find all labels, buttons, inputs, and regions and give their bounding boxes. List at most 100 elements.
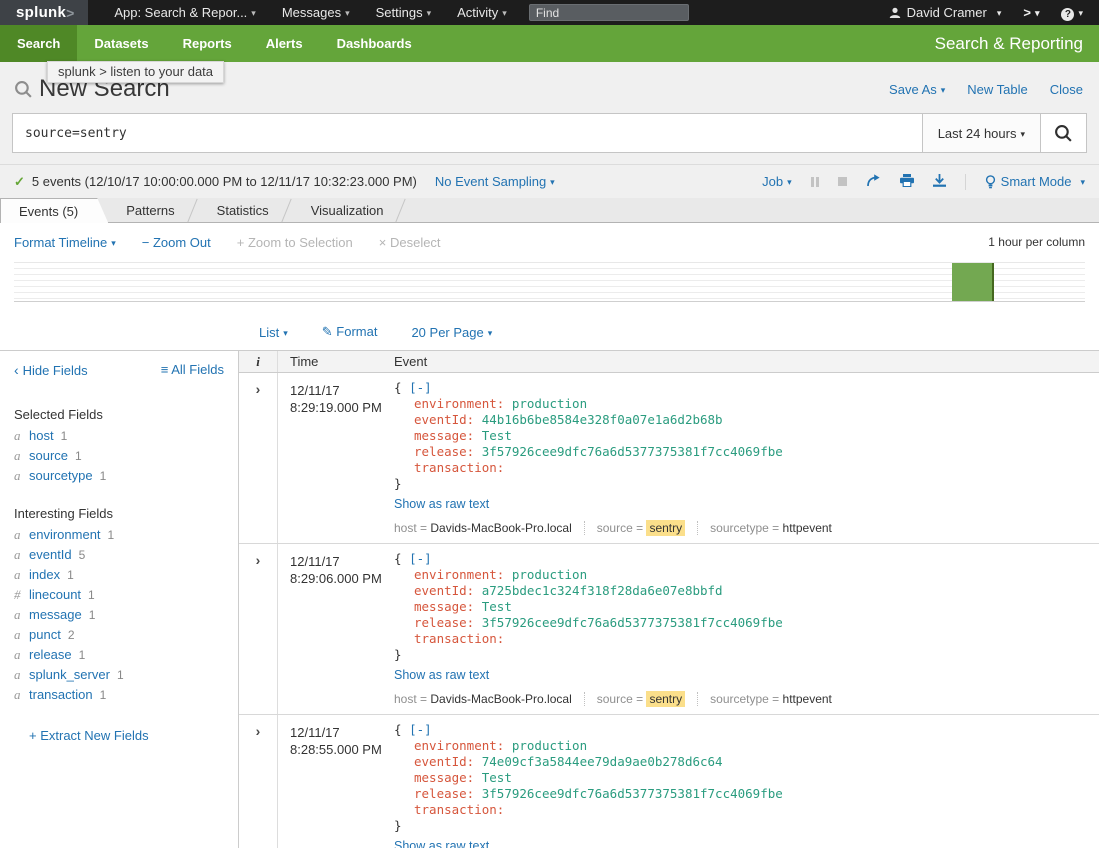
event-sampling-menu[interactable]: No Event Sampling — [435, 174, 555, 189]
user-menu[interactable]: David Cramer — [889, 5, 1002, 20]
search-bar: Last 24 hours — [12, 113, 1087, 153]
nav-item-reports[interactable]: Reports — [166, 25, 249, 62]
export-button[interactable] — [933, 174, 946, 190]
search-mode-menu[interactable]: Smart Mode — [985, 174, 1085, 189]
field-item-splunk-server[interactable]: asplunk_server1 — [14, 669, 224, 681]
tab-statistics[interactable]: Statistics — [199, 198, 293, 222]
field-item-source[interactable]: asource1 — [14, 450, 224, 462]
sourcetype-value[interactable]: httpevent — [783, 521, 832, 535]
settings-menu[interactable]: Settings — [376, 5, 432, 20]
field-item-environment[interactable]: aenvironment1 — [14, 529, 224, 541]
tab-events[interactable]: Events (5) — [0, 198, 108, 223]
source-value[interactable]: sentry — [646, 520, 685, 536]
collapse-json-link[interactable]: [-] — [409, 380, 432, 395]
event-row: › 12/11/17 8:29:19.000 PM { [-] environm… — [239, 373, 1099, 544]
source-value[interactable]: sentry — [646, 691, 685, 707]
field-item-sourcetype[interactable]: asourcetype1 — [14, 470, 224, 482]
app-menu[interactable]: App: Search & Repor... — [114, 5, 256, 20]
search-icon — [1054, 124, 1073, 143]
all-fields-button[interactable]: All Fields — [161, 362, 224, 378]
timeline-bar[interactable] — [952, 263, 994, 301]
timeline-section: Format Timeline Zoom Out Zoom to Selecti… — [0, 223, 1099, 314]
nav-item-datasets[interactable]: Datasets — [77, 25, 165, 62]
host-value[interactable]: Davids-MacBook-Pro.local — [430, 521, 571, 535]
pause-icon — [811, 177, 814, 187]
stop-job-button[interactable] — [838, 177, 847, 186]
share-job-button[interactable] — [866, 174, 881, 190]
field-item-punct[interactable]: apunct2 — [14, 629, 224, 641]
field-type-icon: a — [14, 689, 29, 701]
search-button[interactable] — [1040, 114, 1086, 152]
collapse-json-link[interactable]: [-] — [409, 551, 432, 566]
search-query-input[interactable] — [13, 114, 922, 152]
field-item-message[interactable]: amessage1 — [14, 609, 224, 621]
event-json: { [-] environment: production eventId: 7… — [394, 722, 1087, 834]
chevron-down-icon — [1074, 5, 1083, 20]
timeline-histogram[interactable] — [14, 262, 1085, 302]
splunk-search-app: splunk> App: Search & Repor... Messages … — [0, 0, 1099, 848]
app-navbar: Search Datasets Reports Alerts Dashboard… — [0, 25, 1099, 62]
events-summary: 5 events (12/10/17 10:00:00.000 PM to 12… — [32, 174, 417, 189]
show-raw-text-link[interactable]: Show as raw text — [394, 839, 489, 848]
collapse-json-link[interactable]: [-] — [409, 722, 432, 737]
search-title-icon — [14, 80, 33, 99]
pause-job-button[interactable] — [811, 177, 819, 187]
activity-menu[interactable]: Activity — [457, 5, 507, 20]
list-view-menu[interactable]: List — [259, 325, 288, 340]
quick-links-menu[interactable]: > — [1023, 5, 1039, 20]
top-navbar: splunk> App: Search & Repor... Messages … — [0, 0, 1099, 25]
help-menu[interactable]: ? — [1061, 5, 1083, 21]
tab-patterns[interactable]: Patterns — [108, 198, 198, 222]
find-input[interactable] — [529, 4, 689, 21]
field-type-icon: # — [14, 589, 29, 601]
deselect-button: Deselect — [379, 235, 441, 250]
event-json: { [-] environment: production eventId: 4… — [394, 380, 1087, 492]
event-row: › 12/11/17 8:29:06.000 PM { [-] environm… — [239, 544, 1099, 715]
tab-visualization[interactable]: Visualization — [293, 198, 408, 222]
user-icon — [889, 7, 901, 19]
header-time-column: Time — [278, 354, 382, 369]
save-as-button[interactable]: Save As — [889, 82, 945, 97]
time-range-picker[interactable]: Last 24 hours — [922, 114, 1040, 152]
header-info-column: i — [239, 351, 278, 372]
chevron-down-icon — [993, 5, 1002, 20]
sourcetype-value[interactable]: httpevent — [783, 692, 832, 706]
event-time: 12/11/17 8:28:55.000 PM — [278, 715, 382, 848]
field-type-icon: a — [14, 649, 29, 661]
per-page-menu[interactable]: 20 Per Page — [411, 325, 492, 340]
expand-event-icon[interactable]: › — [256, 382, 261, 396]
zoom-out-button[interactable]: Zoom Out — [142, 235, 211, 250]
field-type-icon: a — [14, 569, 29, 581]
host-value[interactable]: Davids-MacBook-Pro.local — [430, 692, 571, 706]
format-results-button[interactable]: Format — [322, 324, 378, 340]
event-row: › 12/11/17 8:28:55.000 PM { [-] environm… — [239, 715, 1099, 848]
expand-event-icon[interactable]: › — [256, 724, 261, 738]
field-item-release[interactable]: arelease1 — [14, 649, 224, 661]
field-item-transaction[interactable]: atransaction1 — [14, 689, 224, 701]
hide-fields-button[interactable]: Hide Fields — [14, 362, 88, 378]
nav-item-dashboards[interactable]: Dashboards — [320, 25, 429, 62]
chevron-down-icon — [1031, 5, 1040, 20]
printer-icon — [900, 174, 914, 187]
app-title: Search & Reporting — [935, 25, 1099, 62]
format-timeline-menu[interactable]: Format Timeline — [14, 235, 116, 250]
field-type-icon: a — [14, 450, 29, 462]
lightbulb-icon — [985, 175, 996, 189]
expand-event-icon[interactable]: › — [256, 553, 261, 567]
splunk-logo[interactable]: splunk> — [0, 0, 88, 25]
event-json: { [-] environment: production eventId: a… — [394, 551, 1087, 663]
show-raw-text-link[interactable]: Show as raw text — [394, 497, 489, 511]
field-item-index[interactable]: aindex1 — [14, 569, 224, 581]
close-button[interactable]: Close — [1050, 82, 1083, 97]
nav-item-alerts[interactable]: Alerts — [249, 25, 320, 62]
field-item-eventid[interactable]: aeventId5 — [14, 549, 224, 561]
extract-new-fields-button[interactable]: Extract New Fields — [29, 728, 149, 743]
field-item-host[interactable]: ahost1 — [14, 430, 224, 442]
field-item-linecount[interactable]: #linecount1 — [14, 589, 224, 601]
messages-menu[interactable]: Messages — [282, 5, 350, 20]
show-raw-text-link[interactable]: Show as raw text — [394, 668, 489, 682]
job-menu[interactable]: Job — [762, 174, 792, 189]
print-button[interactable] — [900, 174, 914, 190]
nav-item-search[interactable]: Search — [0, 25, 77, 62]
new-table-button[interactable]: New Table — [967, 82, 1027, 97]
